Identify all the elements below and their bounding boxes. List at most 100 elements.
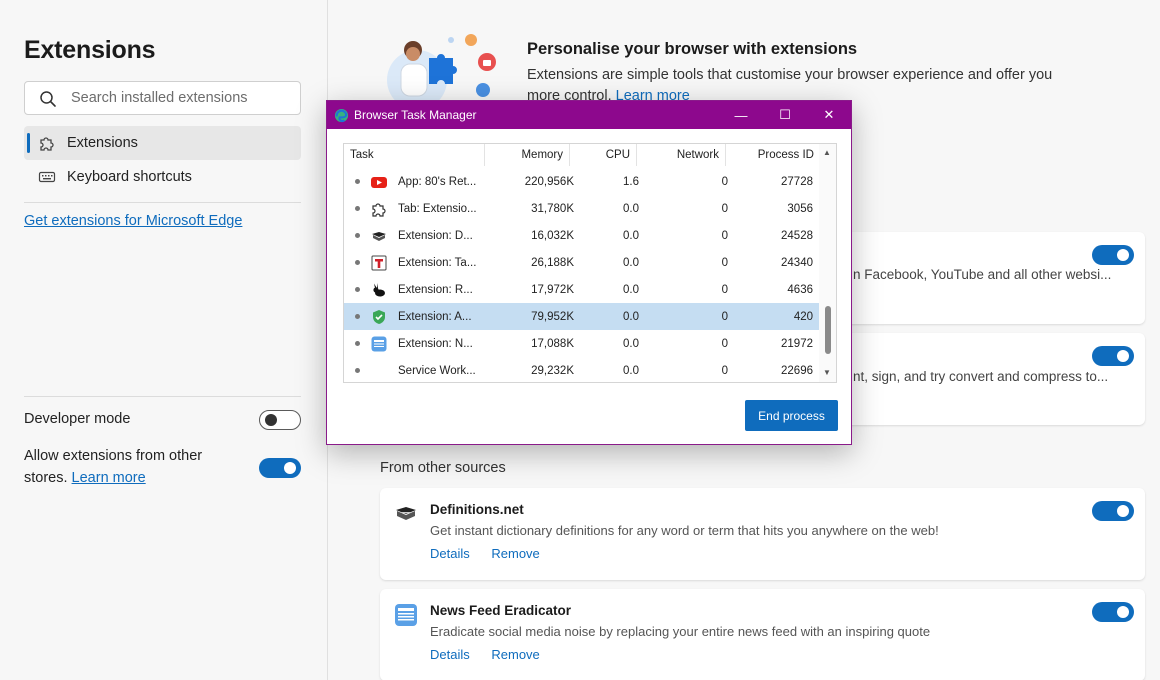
divider bbox=[24, 396, 301, 397]
table-row[interactable]: App: 80's Ret... 220,956K 1.6 0 27728 bbox=[344, 168, 820, 195]
memory-value: 31,780K bbox=[531, 202, 574, 215]
column-header-process-id[interactable]: Process ID bbox=[726, 144, 820, 166]
memory-value: 17,088K bbox=[531, 337, 574, 350]
task-manager-titlebar[interactable]: Browser Task Manager — ☐ ✕ bbox=[327, 101, 851, 129]
table-row[interactable]: Service Work... 29,232K 0.0 0 22696 bbox=[344, 357, 820, 382]
extension-links: Details Remove bbox=[430, 647, 558, 662]
allow-other-stores-toggle[interactable] bbox=[259, 458, 301, 478]
extension-card-definitions: Definitions.net Get instant dictionary d… bbox=[380, 488, 1145, 580]
maximize-button[interactable]: ☐ bbox=[763, 101, 807, 129]
newspaper-icon bbox=[371, 336, 387, 351]
toggle-knob bbox=[1117, 249, 1129, 261]
table-row-selected[interactable]: Extension: A... 79,952K 0.0 0 420 bbox=[344, 303, 820, 330]
scroll-down-arrow-icon[interactable]: ▼ bbox=[823, 368, 831, 377]
toggle-knob bbox=[1117, 350, 1129, 362]
process-id-value: 4636 bbox=[787, 283, 813, 296]
task-name: Extension: Ta... bbox=[398, 256, 477, 269]
process-id-value: 21972 bbox=[781, 337, 813, 350]
extension-toggle[interactable] bbox=[1092, 501, 1134, 521]
network-value: 0 bbox=[721, 283, 728, 296]
cpu-value: 0.0 bbox=[623, 229, 639, 242]
cpu-value: 0.0 bbox=[623, 364, 639, 377]
row-bullet bbox=[355, 260, 360, 265]
process-table: Task Memory CPU Network Process ID App: … bbox=[343, 143, 837, 383]
table-row[interactable]: Extension: N... 17,088K 0.0 0 21972 bbox=[344, 330, 820, 357]
extension-links: Details Remove bbox=[430, 546, 558, 561]
network-value: 0 bbox=[721, 229, 728, 242]
extension-toggle[interactable] bbox=[1092, 346, 1134, 366]
network-value: 0 bbox=[721, 175, 728, 188]
book-icon bbox=[396, 507, 416, 520]
toggle-knob bbox=[284, 462, 296, 474]
row-bullet bbox=[355, 314, 360, 319]
minimize-button[interactable]: — bbox=[719, 101, 763, 129]
hero-title: Personalise your browser with extensions bbox=[527, 40, 858, 58]
page-title: Extensions bbox=[24, 36, 156, 64]
table-row[interactable]: Extension: R... 17,972K 0.0 0 4636 bbox=[344, 276, 820, 303]
scroll-up-arrow-icon[interactable]: ▲ bbox=[823, 148, 831, 157]
process-id-value: 27728 bbox=[781, 175, 813, 188]
details-link[interactable]: Details bbox=[430, 546, 470, 561]
shield-icon bbox=[373, 309, 385, 324]
nav-item-label: Keyboard shortcuts bbox=[67, 169, 192, 185]
nav-item-extensions[interactable]: Extensions bbox=[24, 126, 301, 160]
extension-name: Definitions.net bbox=[430, 502, 524, 517]
task-manager-window: Browser Task Manager — ☐ ✕ Task Memory C… bbox=[326, 100, 852, 445]
remove-link[interactable]: Remove bbox=[491, 546, 539, 561]
newspaper-icon bbox=[395, 604, 417, 626]
nav-item-keyboard-shortcuts[interactable]: Keyboard shortcuts bbox=[24, 160, 301, 194]
extension-card-news-feed-eradicator: News Feed Eradicator Eradicate social me… bbox=[380, 589, 1145, 680]
process-id-value: 420 bbox=[793, 310, 813, 323]
learn-more-link[interactable]: Learn more bbox=[72, 470, 146, 486]
search-box[interactable] bbox=[24, 81, 301, 115]
row-bullet bbox=[355, 287, 360, 292]
details-link[interactable]: Details bbox=[430, 647, 470, 662]
search-input[interactable] bbox=[71, 82, 291, 114]
row-bullet bbox=[355, 233, 360, 238]
task-name: App: 80's Ret... bbox=[398, 175, 477, 188]
allow-other-stores-label: Allow extensions from other stores. Lear… bbox=[24, 445, 202, 489]
column-header-network[interactable]: Network bbox=[637, 144, 726, 166]
cpu-value: 0.0 bbox=[623, 310, 639, 323]
cpu-value: 0.0 bbox=[623, 337, 639, 350]
close-button[interactable]: ✕ bbox=[807, 101, 851, 129]
scrollbar-thumb[interactable] bbox=[825, 306, 831, 354]
developer-mode-toggle[interactable] bbox=[259, 410, 301, 430]
task-manager-title: Browser Task Manager bbox=[354, 108, 477, 122]
task-name: Service Work... bbox=[398, 364, 476, 377]
hero-description-text: Extensions are simple tools that customi… bbox=[527, 67, 1053, 104]
rabbit-icon bbox=[373, 282, 385, 296]
vertical-scrollbar[interactable]: ▲ ▼ bbox=[819, 144, 836, 382]
task-name: Tab: Extensio... bbox=[398, 202, 477, 215]
table-row[interactable]: Tab: Extensio... 31,780K 0.0 0 3056 bbox=[344, 195, 820, 222]
table-row[interactable]: Extension: Ta... 26,188K 0.0 0 24340 bbox=[344, 249, 820, 276]
cpu-value: 0.0 bbox=[623, 256, 639, 269]
network-value: 0 bbox=[721, 364, 728, 377]
process-id-value: 24528 bbox=[781, 229, 813, 242]
keyboard-icon bbox=[38, 171, 56, 183]
process-id-value: 22696 bbox=[781, 364, 813, 377]
extension-toggle[interactable] bbox=[1092, 602, 1134, 622]
network-value: 0 bbox=[721, 337, 728, 350]
column-header-task[interactable]: Task bbox=[344, 144, 485, 166]
table-row[interactable]: Extension: D... 16,032K 0.0 0 24528 bbox=[344, 222, 820, 249]
task-name: Extension: R... bbox=[398, 283, 473, 296]
toggle-knob bbox=[265, 414, 277, 426]
remove-link[interactable]: Remove bbox=[491, 647, 539, 662]
row-bullet bbox=[355, 206, 360, 211]
extension-description: n Facebook, YouTube and all other websi.… bbox=[853, 267, 1112, 282]
memory-value: 29,232K bbox=[531, 364, 574, 377]
end-process-button[interactable]: End process bbox=[745, 400, 838, 431]
extension-name: News Feed Eradicator bbox=[430, 603, 572, 618]
extension-toggle[interactable] bbox=[1092, 245, 1134, 265]
column-header-cpu[interactable]: CPU bbox=[570, 144, 637, 166]
toggle-knob bbox=[1117, 505, 1129, 517]
column-header-memory[interactable]: Memory bbox=[485, 144, 570, 166]
allow-other-stores-line1: Allow extensions from other bbox=[24, 448, 203, 464]
t-logo-icon bbox=[371, 255, 387, 270]
toggle-knob bbox=[1117, 606, 1129, 618]
get-extensions-link[interactable]: Get extensions for Microsoft Edge bbox=[24, 213, 242, 229]
network-value: 0 bbox=[721, 202, 728, 215]
blank-icon bbox=[371, 363, 387, 379]
table-header: Task Memory CPU Network Process ID bbox=[344, 144, 820, 166]
